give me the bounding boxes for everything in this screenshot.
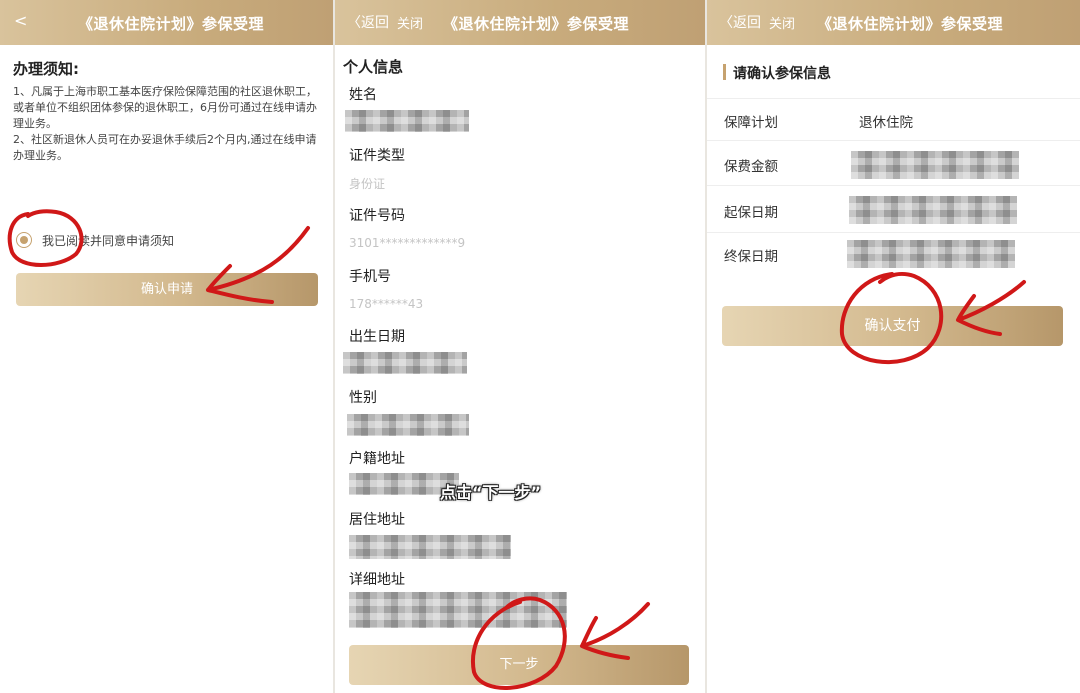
header-bar: 〈返回 关闭 《退休住院计划》参保受理 <box>335 0 705 45</box>
tutorial-caption: 点击“下一步” <box>440 483 542 502</box>
start-date-value-redacted <box>849 196 1017 224</box>
agree-label: 我已阅读并同意申请须知 <box>42 234 175 248</box>
back-button[interactable]: 〈返回 <box>347 12 389 32</box>
end-date-label: 终保日期 <box>724 249 778 265</box>
screen-personal-info: 〈返回 关闭 《退休住院计划》参保受理 个人信息 姓名 证件类型 身份证 证件号… <box>335 0 705 693</box>
header-bar: < 《退休住院计划》参保受理 <box>0 0 333 45</box>
plan-row: 保障计划 退休住院 <box>707 99 1080 141</box>
id-number-label: 证件号码 <box>349 208 405 224</box>
section-title: 个人信息 <box>343 58 404 76</box>
notice-text: 1、凡属于上海市职工基本医疗保险保障范围的社区退休职工，或者单位不组织团体参保的… <box>13 84 318 164</box>
notice-item: 2、社区新退休人员可在办妥退休手续后2个月内,通过在线申请办理业务。 <box>13 133 317 162</box>
end-date-value-redacted <box>847 240 1015 268</box>
residence-address-value-redacted[interactable] <box>349 535 511 559</box>
notice-item: 1、凡属于上海市职工基本医疗保险保障范围的社区退休职工，或者单位不组织团体参保的… <box>13 85 317 130</box>
start-date-row: 起保日期 <box>707 186 1080 233</box>
end-date-row: 终保日期 <box>707 233 1080 275</box>
phone-value[interactable]: 178******43 <box>349 297 423 311</box>
back-button[interactable]: 〈返回 <box>719 12 761 32</box>
detail-address-value-redacted[interactable] <box>349 592 567 628</box>
agree-radio[interactable] <box>16 232 32 248</box>
start-date-label: 起保日期 <box>724 205 778 221</box>
gender-value-redacted[interactable] <box>347 414 469 436</box>
detail-address-label: 详细地址 <box>349 572 405 588</box>
premium-label: 保费金额 <box>724 159 778 175</box>
gender-label: 性别 <box>349 390 377 406</box>
page-title: 《退休住院计划》参保受理 <box>817 15 1004 33</box>
notice-title: 办理须知: <box>13 60 79 78</box>
name-label: 姓名 <box>349 87 377 103</box>
phone-label: 手机号 <box>349 269 391 285</box>
screen-apply-notice: < 《退休住院计划》参保受理 办理须知: 1、凡属于上海市职工基本医疗保险保障范… <box>0 0 333 693</box>
next-step-button[interactable]: 下一步 <box>349 645 689 685</box>
page-title: 《退休住院计划》参保受理 <box>443 15 630 33</box>
plan-value: 退休住院 <box>859 115 913 131</box>
premium-row: 保费金额 <box>707 141 1080 186</box>
close-button[interactable]: 关闭 <box>397 13 423 32</box>
close-button[interactable]: 关闭 <box>769 13 795 32</box>
confirm-pay-button[interactable]: 确认支付 <box>722 306 1063 346</box>
id-type-label: 证件类型 <box>349 148 405 164</box>
plan-label: 保障计划 <box>724 115 778 131</box>
page-title: 《退休住院计划》参保受理 <box>78 15 265 33</box>
name-value-redacted[interactable] <box>345 110 469 132</box>
radio-dot <box>20 236 28 244</box>
household-address-label: 户籍地址 <box>349 451 405 467</box>
section-accent-bar <box>723 64 726 80</box>
id-number-value[interactable]: 3101*************9 <box>349 236 465 250</box>
header-bar: 〈返回 关闭 《退休住院计划》参保受理 <box>707 0 1080 45</box>
screen-confirm-insurance: 〈返回 关闭 《退休住院计划》参保受理 请确认参保信息 保障计划 退休住院 保费… <box>707 0 1080 693</box>
confirm-apply-button[interactable]: 确认申请 <box>16 273 318 306</box>
section-title: 请确认参保信息 <box>733 66 831 82</box>
residence-address-label: 居住地址 <box>349 512 405 528</box>
back-icon[interactable]: < <box>14 11 27 30</box>
birth-date-label: 出生日期 <box>349 329 405 345</box>
birth-date-value-redacted[interactable] <box>343 352 467 374</box>
id-type-value[interactable]: 身份证 <box>349 175 385 192</box>
premium-value-redacted <box>851 151 1019 179</box>
